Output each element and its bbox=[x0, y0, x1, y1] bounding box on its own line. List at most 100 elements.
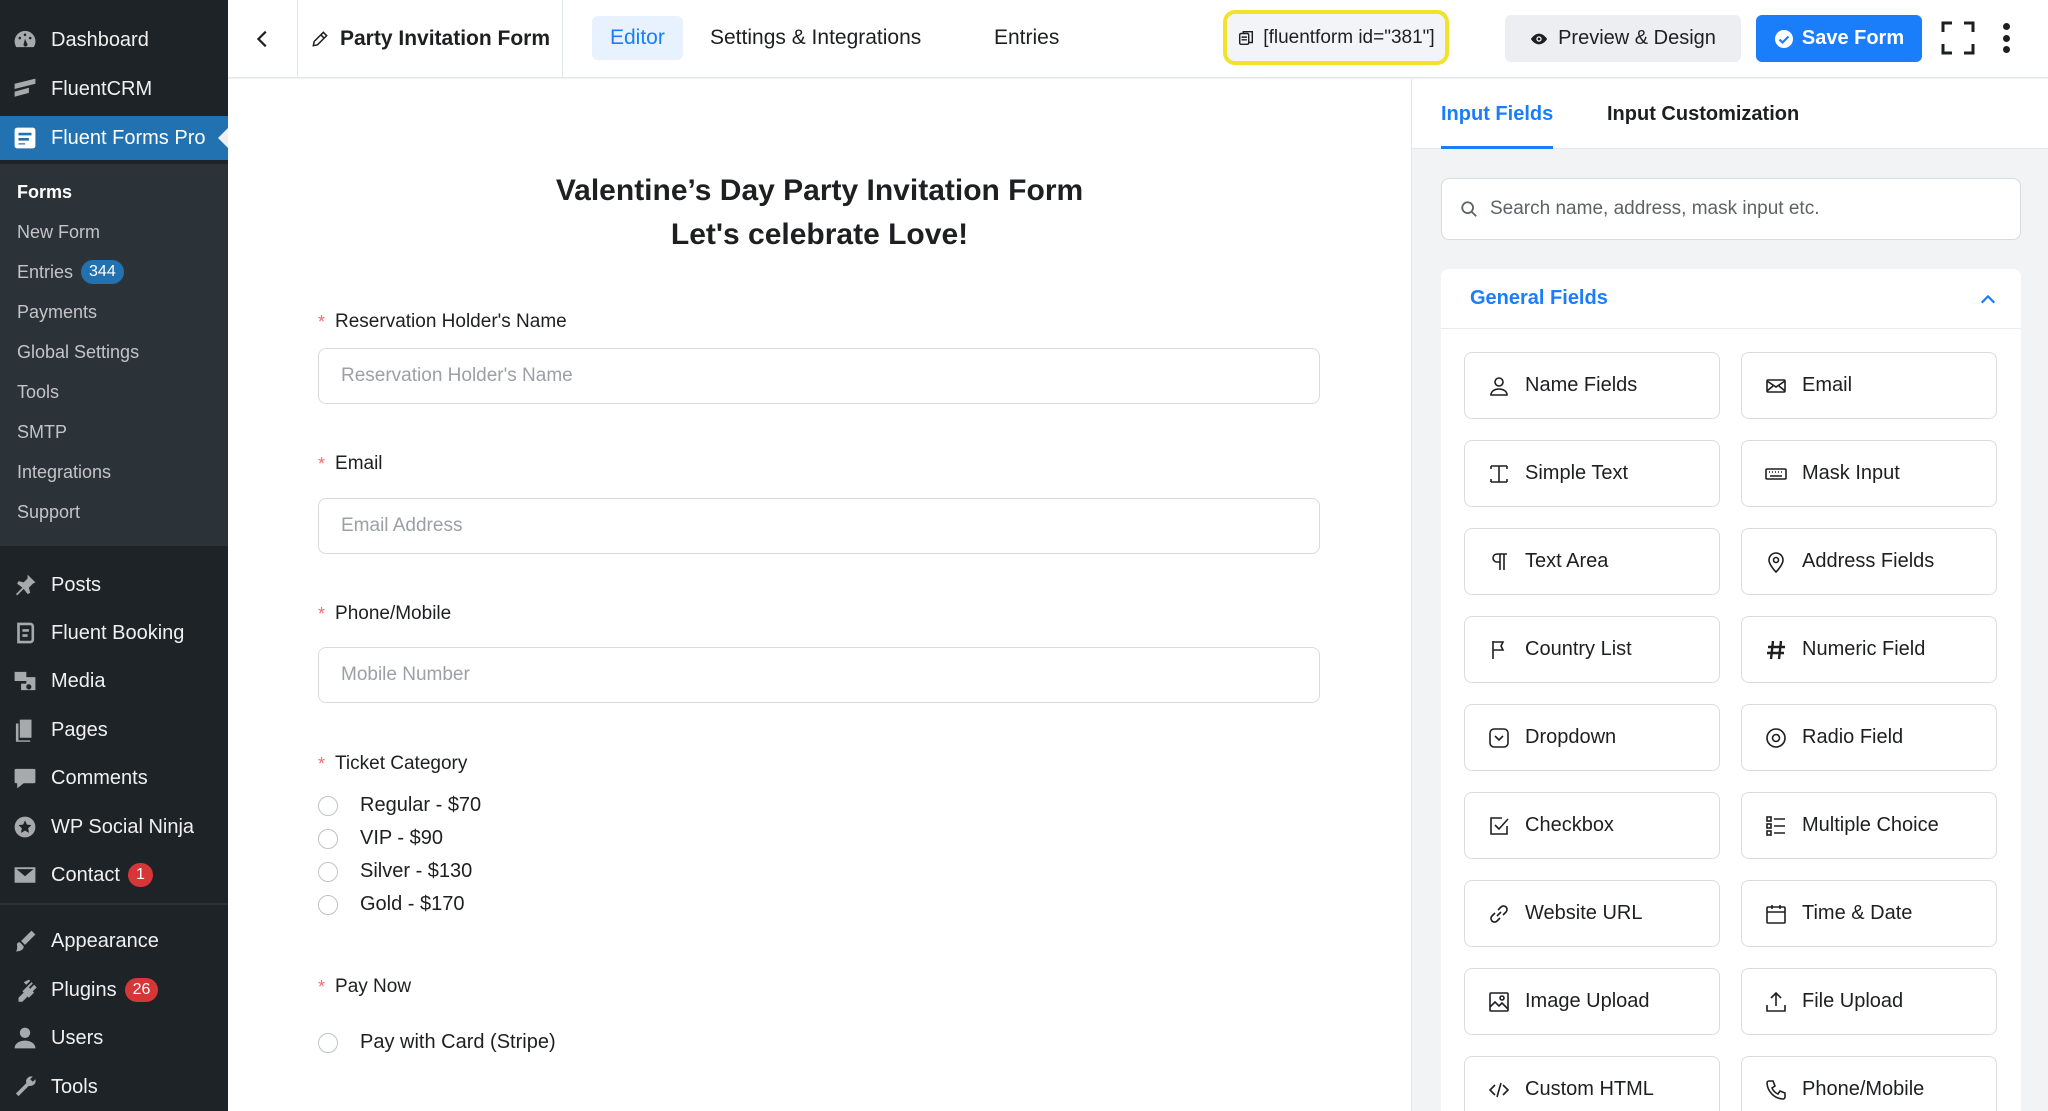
ticket-option-vip[interactable]: VIP - $90 bbox=[318, 827, 443, 850]
menu-contact[interactable]: Contact 1 bbox=[0, 853, 228, 897]
menu-wp-social-ninja[interactable]: WP Social Ninja bbox=[0, 805, 228, 849]
field-btn-label: Name Fields bbox=[1525, 374, 1638, 396]
divider bbox=[562, 0, 563, 78]
menu-pages[interactable]: Pages bbox=[0, 708, 228, 752]
field-phone-mobile[interactable]: Phone/Mobile bbox=[1741, 1056, 1997, 1111]
field-time-date[interactable]: Time & Date bbox=[1741, 880, 1997, 947]
back-button[interactable] bbox=[228, 0, 298, 78]
tab-entries[interactable]: Entries bbox=[976, 16, 1077, 60]
tab-label: Editor bbox=[610, 26, 665, 49]
tab-input-customization[interactable]: Input Customization bbox=[1607, 79, 1799, 149]
submenu-label: Entries bbox=[17, 261, 74, 282]
field-dropdown[interactable]: Dropdown bbox=[1464, 704, 1720, 771]
submenu-global-settings[interactable]: Global Settings bbox=[17, 337, 139, 367]
field-label-pay-now: * Pay Now bbox=[318, 976, 411, 998]
submenu-new-form[interactable]: New Form bbox=[17, 217, 100, 247]
field-mask-input[interactable]: Mask Input bbox=[1741, 440, 1997, 507]
shortcode-copy-button[interactable]: [fluentform id="381"] bbox=[1223, 10, 1449, 65]
menu-posts[interactable]: Posts bbox=[0, 563, 228, 607]
menu-media[interactable]: Media bbox=[0, 659, 228, 703]
tab-label: Entries bbox=[994, 26, 1060, 49]
menu-fluent-forms-pro[interactable]: Fluent Forms Pro bbox=[0, 116, 228, 160]
field-website-url[interactable]: Website URL bbox=[1464, 880, 1720, 947]
email-input[interactable] bbox=[318, 498, 1320, 554]
submenu-label: Support bbox=[17, 501, 81, 522]
field-simple-text[interactable]: Simple Text bbox=[1464, 440, 1720, 507]
option-label: Gold - $170 bbox=[360, 893, 465, 915]
radio-circle[interactable] bbox=[318, 795, 338, 816]
submenu-smtp[interactable]: SMTP bbox=[17, 417, 67, 447]
ticket-option-regular[interactable]: Regular - $70 bbox=[318, 794, 481, 817]
ticket-option-gold[interactable]: Gold - $170 bbox=[318, 893, 465, 916]
field-btn-label: Address Fields bbox=[1802, 550, 1935, 572]
radio-circle[interactable] bbox=[318, 828, 338, 849]
submenu-payments[interactable]: Payments bbox=[17, 297, 97, 327]
form-title[interactable]: Party Invitation Form bbox=[310, 0, 550, 78]
field-numeric-field[interactable]: Numeric Field bbox=[1741, 616, 1997, 683]
hash-icon bbox=[1767, 640, 1785, 659]
label-text: Reservation Holder's Name bbox=[335, 311, 567, 332]
radio-circle[interactable] bbox=[318, 861, 338, 882]
tab-editor[interactable]: Editor bbox=[592, 16, 683, 60]
field-search-input[interactable] bbox=[1490, 198, 2010, 220]
submenu-support[interactable]: Support bbox=[17, 497, 80, 527]
field-radio-field[interactable]: Radio Field bbox=[1741, 704, 1997, 771]
menu-label: Appearance bbox=[51, 929, 159, 952]
form-heading-line1: Valentine’s Day Party Invitation Form bbox=[555, 174, 1084, 207]
field-image-upload[interactable]: Image Upload bbox=[1464, 968, 1720, 1035]
shortcode-text: [fluentform id="381"] bbox=[1263, 26, 1435, 48]
form-heading[interactable]: Valentine’s Day Party Invitation Form Le… bbox=[228, 169, 1411, 257]
submenu-entries[interactable]: Entries 344 bbox=[17, 257, 124, 287]
required-marker: * bbox=[318, 753, 326, 774]
menu-label: Dashboard bbox=[51, 28, 149, 51]
radio-circle[interactable] bbox=[318, 1032, 338, 1053]
more-options-button[interactable] bbox=[1994, 18, 2018, 58]
field-checkbox[interactable]: Checkbox bbox=[1464, 792, 1720, 859]
menu-appearance[interactable]: Appearance bbox=[0, 919, 228, 963]
field-address-fields[interactable]: Address Fields bbox=[1741, 528, 1997, 595]
field-search[interactable] bbox=[1441, 178, 2021, 240]
check-circle-icon bbox=[1774, 29, 1793, 48]
field-country-list[interactable]: Country List bbox=[1464, 616, 1720, 683]
field-email[interactable]: Email bbox=[1741, 352, 1997, 419]
fullscreen-button[interactable] bbox=[1940, 20, 1976, 56]
panel-tabs: Input Fields Input Customization bbox=[1412, 79, 2048, 149]
pay-option-stripe[interactable]: Pay with Card (Stripe) bbox=[318, 1031, 556, 1054]
ticket-option-silver[interactable]: Silver - $130 bbox=[318, 860, 472, 883]
field-name-fields[interactable]: Name Fields bbox=[1464, 352, 1720, 419]
chevron-left-icon bbox=[256, 30, 267, 48]
save-form-button[interactable]: Save Form bbox=[1756, 15, 1922, 62]
submenu-forms[interactable]: Forms bbox=[17, 177, 72, 207]
menu-dashboard[interactable]: Dashboard bbox=[0, 18, 228, 62]
field-label-email: * Email bbox=[318, 453, 383, 475]
submenu-integrations[interactable]: Integrations bbox=[17, 457, 111, 487]
keyboard-icon bbox=[1765, 467, 1787, 480]
field-btn-label: Simple Text bbox=[1525, 462, 1629, 484]
field-file-upload[interactable]: File Upload bbox=[1741, 968, 1997, 1035]
general-fields-header[interactable]: General Fields bbox=[1441, 269, 2021, 329]
field-text-area[interactable]: Text Area bbox=[1464, 528, 1720, 595]
reservation-name-input[interactable] bbox=[318, 348, 1320, 404]
menu-separator bbox=[0, 903, 228, 905]
menu-label: Contact bbox=[51, 863, 120, 886]
dot bbox=[2002, 23, 2010, 30]
menu-fluent-booking[interactable]: Fluent Booking bbox=[0, 611, 228, 655]
field-custom-html[interactable]: Custom HTML bbox=[1464, 1056, 1720, 1111]
menu-tools[interactable]: Tools bbox=[0, 1065, 228, 1109]
radio-circle[interactable] bbox=[318, 894, 338, 915]
person-icon bbox=[1490, 376, 1508, 396]
field-btn-label: Dropdown bbox=[1525, 726, 1617, 748]
dot bbox=[2002, 34, 2010, 42]
user-icon bbox=[12, 1025, 38, 1051]
phone-input[interactable] bbox=[318, 647, 1320, 703]
submenu-tools[interactable]: Tools bbox=[17, 377, 59, 407]
tab-input-fields[interactable]: Input Fields bbox=[1441, 79, 1554, 149]
menu-plugins[interactable]: Plugins 26 bbox=[0, 968, 228, 1012]
menu-fluentcrm[interactable]: FluentCRM bbox=[0, 67, 228, 111]
preview-design-button[interactable]: Preview & Design bbox=[1505, 15, 1741, 62]
menu-users[interactable]: Users bbox=[0, 1016, 228, 1060]
field-btn-label: Website URL bbox=[1525, 902, 1643, 924]
tab-settings-integrations[interactable]: Settings & Integrations bbox=[692, 16, 939, 60]
field-multiple-choice[interactable]: Multiple Choice bbox=[1741, 792, 1997, 859]
menu-comments[interactable]: Comments bbox=[0, 756, 228, 800]
